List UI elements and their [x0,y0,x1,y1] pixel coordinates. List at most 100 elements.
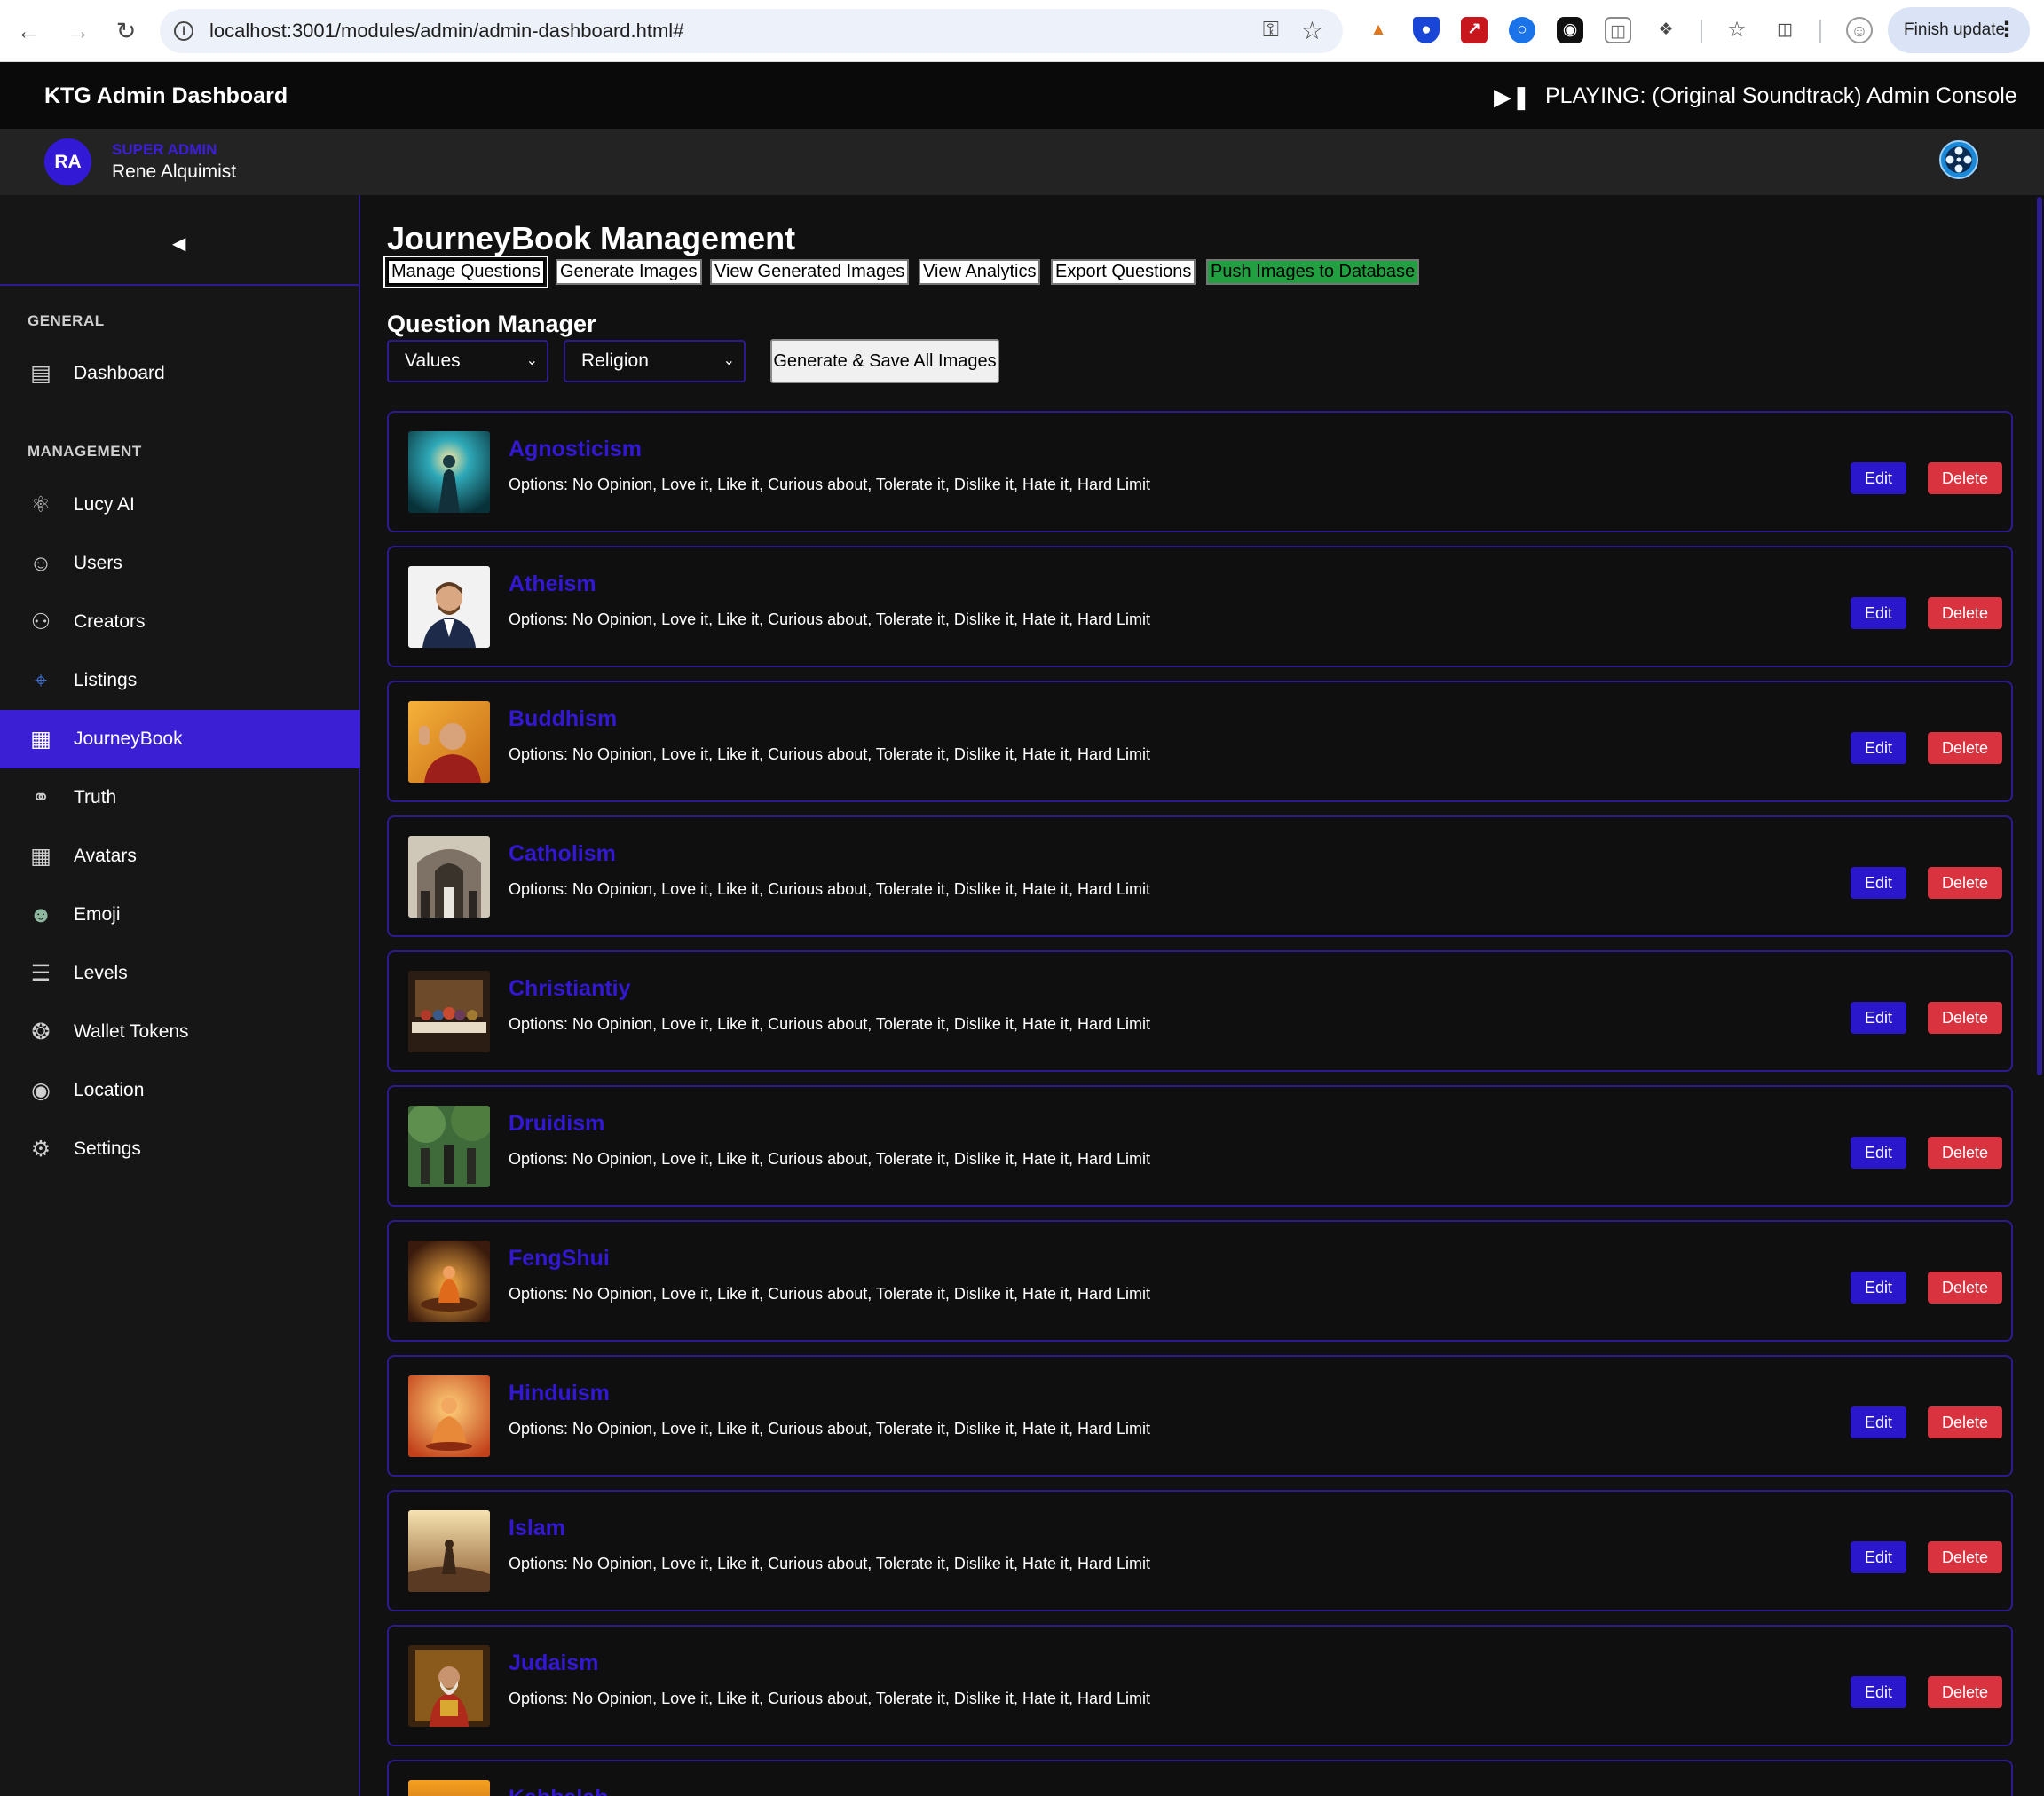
question-name[interactable]: Christiantiy [509,976,631,1002]
tab-export-questions[interactable]: Export Questions [1051,259,1196,285]
scrollbar-thumb[interactable] [2037,197,2042,1075]
question-name[interactable]: Atheism [509,571,596,597]
question-name[interactable]: Buddhism [509,706,617,732]
user-name: Rene Alquimist [112,161,237,182]
user-strip: RA SUPER ADMIN Rene Alquimist [0,129,2044,195]
metamask-extension-icon[interactable]: ▲ [1365,17,1392,43]
generate-save-all-button[interactable]: Generate & Save All Images [770,339,999,383]
sidebar-section-management: MANAGEMENT [28,443,142,460]
delete-button[interactable]: Delete [1928,597,2002,629]
delete-button[interactable]: Delete [1928,462,2002,494]
tab-view-analytics[interactable]: View Analytics [919,259,1041,285]
sidebar-item-levels[interactable]: ☰ Levels [0,944,360,1003]
profile-icon[interactable]: ☺ [1846,17,1873,43]
category-select[interactable]: Values ⌄ [387,340,548,382]
forward-arrow-icon[interactable]: → [62,15,94,47]
edit-button[interactable]: Edit [1851,1676,1906,1708]
question-options: Options: No Opinion, Love it, Like it, C… [509,1690,1150,1707]
question-thumbnail [408,836,490,918]
tab-search-icon[interactable]: ◫ [1772,17,1798,43]
delete-button[interactable]: Delete [1928,732,2002,764]
bookmark-star-icon[interactable]: ☆ [1301,16,1323,45]
puzzle-extensions-icon[interactable]: ❖ [1653,17,1679,43]
subcategory-select[interactable]: Religion ⌄ [564,340,746,382]
edit-button[interactable]: Edit [1851,732,1906,764]
main-content: JourneyBook Management Manage Questions … [362,195,2035,1796]
delete-button[interactable]: Delete [1928,1406,2002,1438]
location-icon: ◉ [31,1078,51,1103]
film-reel-icon[interactable] [1938,139,1979,180]
sidebar-divider [0,284,360,286]
edit-button[interactable]: Edit [1851,1272,1906,1304]
app-header: KTG Admin Dashboard ▶❚ PLAYING: (Origina… [0,62,2044,129]
tab-view-generated-images[interactable]: View Generated Images [710,259,910,285]
site-info-icon[interactable]: i [174,21,193,41]
password-key-icon[interactable]: ⚿ [1263,18,1279,43]
delete-button[interactable]: Delete [1928,867,2002,899]
bookmarks-star-icon[interactable]: ☆ [1724,17,1750,43]
sidebar-item-label: Avatars [74,846,137,866]
circle-extension-icon[interactable]: ○ [1509,17,1535,43]
sidebar-item-wallet-tokens[interactable]: ❂ Wallet Tokens [0,1003,360,1061]
sidebar-item-settings[interactable]: ⚙ Settings [0,1120,360,1178]
question-thumbnail [408,701,490,783]
question-name[interactable]: FengShui [509,1246,610,1272]
delete-button[interactable]: Delete [1928,1137,2002,1169]
dark-extension-icon[interactable]: ◉ [1557,17,1583,43]
push-images-button[interactable]: Push Images to Database [1206,259,1420,285]
sidebar-item-label: Settings [74,1138,141,1159]
address-bar[interactable]: i localhost:3001/modules/admin/admin-das… [160,9,1343,53]
avatar[interactable]: RA [44,138,91,185]
edit-button[interactable]: Edit [1851,1541,1906,1573]
sidebar-item-users[interactable]: ☺ Users [0,534,360,593]
question-card: Hinduism Options: No Opinion, Love it, L… [387,1355,2013,1477]
sidebar-item-emoji[interactable]: ☻ Emoji [0,886,360,944]
question-card: Buddhism Options: No Opinion, Love it, L… [387,681,2013,802]
question-card: Atheism Options: No Opinion, Love it, Li… [387,546,2013,667]
token-icon: ❂ [31,1020,51,1044]
reload-icon[interactable]: ↻ [110,15,142,47]
question-name[interactable]: Catholism [509,841,616,867]
sidebar-item-listings[interactable]: ⌖ Listings [0,651,360,710]
question-name[interactable]: Druidism [509,1111,604,1137]
edit-button[interactable]: Edit [1851,1137,1906,1169]
question-name[interactable]: Hinduism [509,1381,610,1406]
sidebar-item-dashboard[interactable]: ▤ Dashboard [0,344,360,403]
sidebar-item-avatars[interactable]: ▦ Avatars [0,827,360,886]
edit-button[interactable]: Edit [1851,1406,1906,1438]
more-menu-icon[interactable]: ⋮ [1996,7,2017,53]
url-text[interactable]: localhost:3001/modules/admin/admin-dashb… [209,20,683,43]
delete-button[interactable]: Delete [1928,1272,2002,1304]
edit-button[interactable]: Edit [1851,1002,1906,1034]
question-options: Options: No Opinion, Love it, Like it, C… [509,1555,1150,1572]
cast-extension-icon[interactable]: ◫ [1605,17,1631,43]
question-thumbnail [408,1241,490,1322]
edit-button[interactable]: Edit [1851,867,1906,899]
user-icon: ☺ [29,551,52,576]
question-name[interactable]: Agnosticism [509,437,642,462]
section-title: Question Manager [387,311,596,337]
play-pause-icon[interactable]: ▶❚ [1494,83,1531,111]
tab-manage-questions[interactable]: Manage Questions [383,256,548,288]
question-card: Judaism Options: No Opinion, Love it, Li… [387,1625,2013,1746]
edit-button[interactable]: Edit [1851,462,1906,494]
delete-button[interactable]: Delete [1928,1002,2002,1034]
sidebar-item-location[interactable]: ◉ Location [0,1061,360,1120]
delete-button[interactable]: Delete [1928,1676,2002,1708]
sidebar-item-journeybook[interactable]: ▦ JourneyBook [0,710,360,768]
question-name[interactable]: Judaism [509,1650,598,1676]
edit-button[interactable]: Edit [1851,597,1906,629]
back-arrow-icon[interactable]: ← [12,15,44,47]
sidebar-item-lucy-ai[interactable]: ⚛ Lucy AI [0,476,360,534]
sidebar-item-creators[interactable]: ⚇ Creators [0,593,360,651]
question-name[interactable]: Kabbalah [509,1785,609,1796]
collapse-sidebar-icon[interactable]: ◀ [172,232,185,255]
delete-button[interactable]: Delete [1928,1541,2002,1573]
tab-generate-images[interactable]: Generate Images [556,259,702,285]
pdf-extension-icon[interactable]: ↗ [1461,17,1488,43]
shield-extension-icon[interactable]: ● [1413,17,1440,43]
finish-update-button[interactable]: Finish update ⋮ [1888,7,2030,53]
sidebar-item-truth[interactable]: ⚭ Truth [0,768,360,827]
atom-icon: ⚛ [30,492,51,517]
question-name[interactable]: Islam [509,1516,565,1541]
